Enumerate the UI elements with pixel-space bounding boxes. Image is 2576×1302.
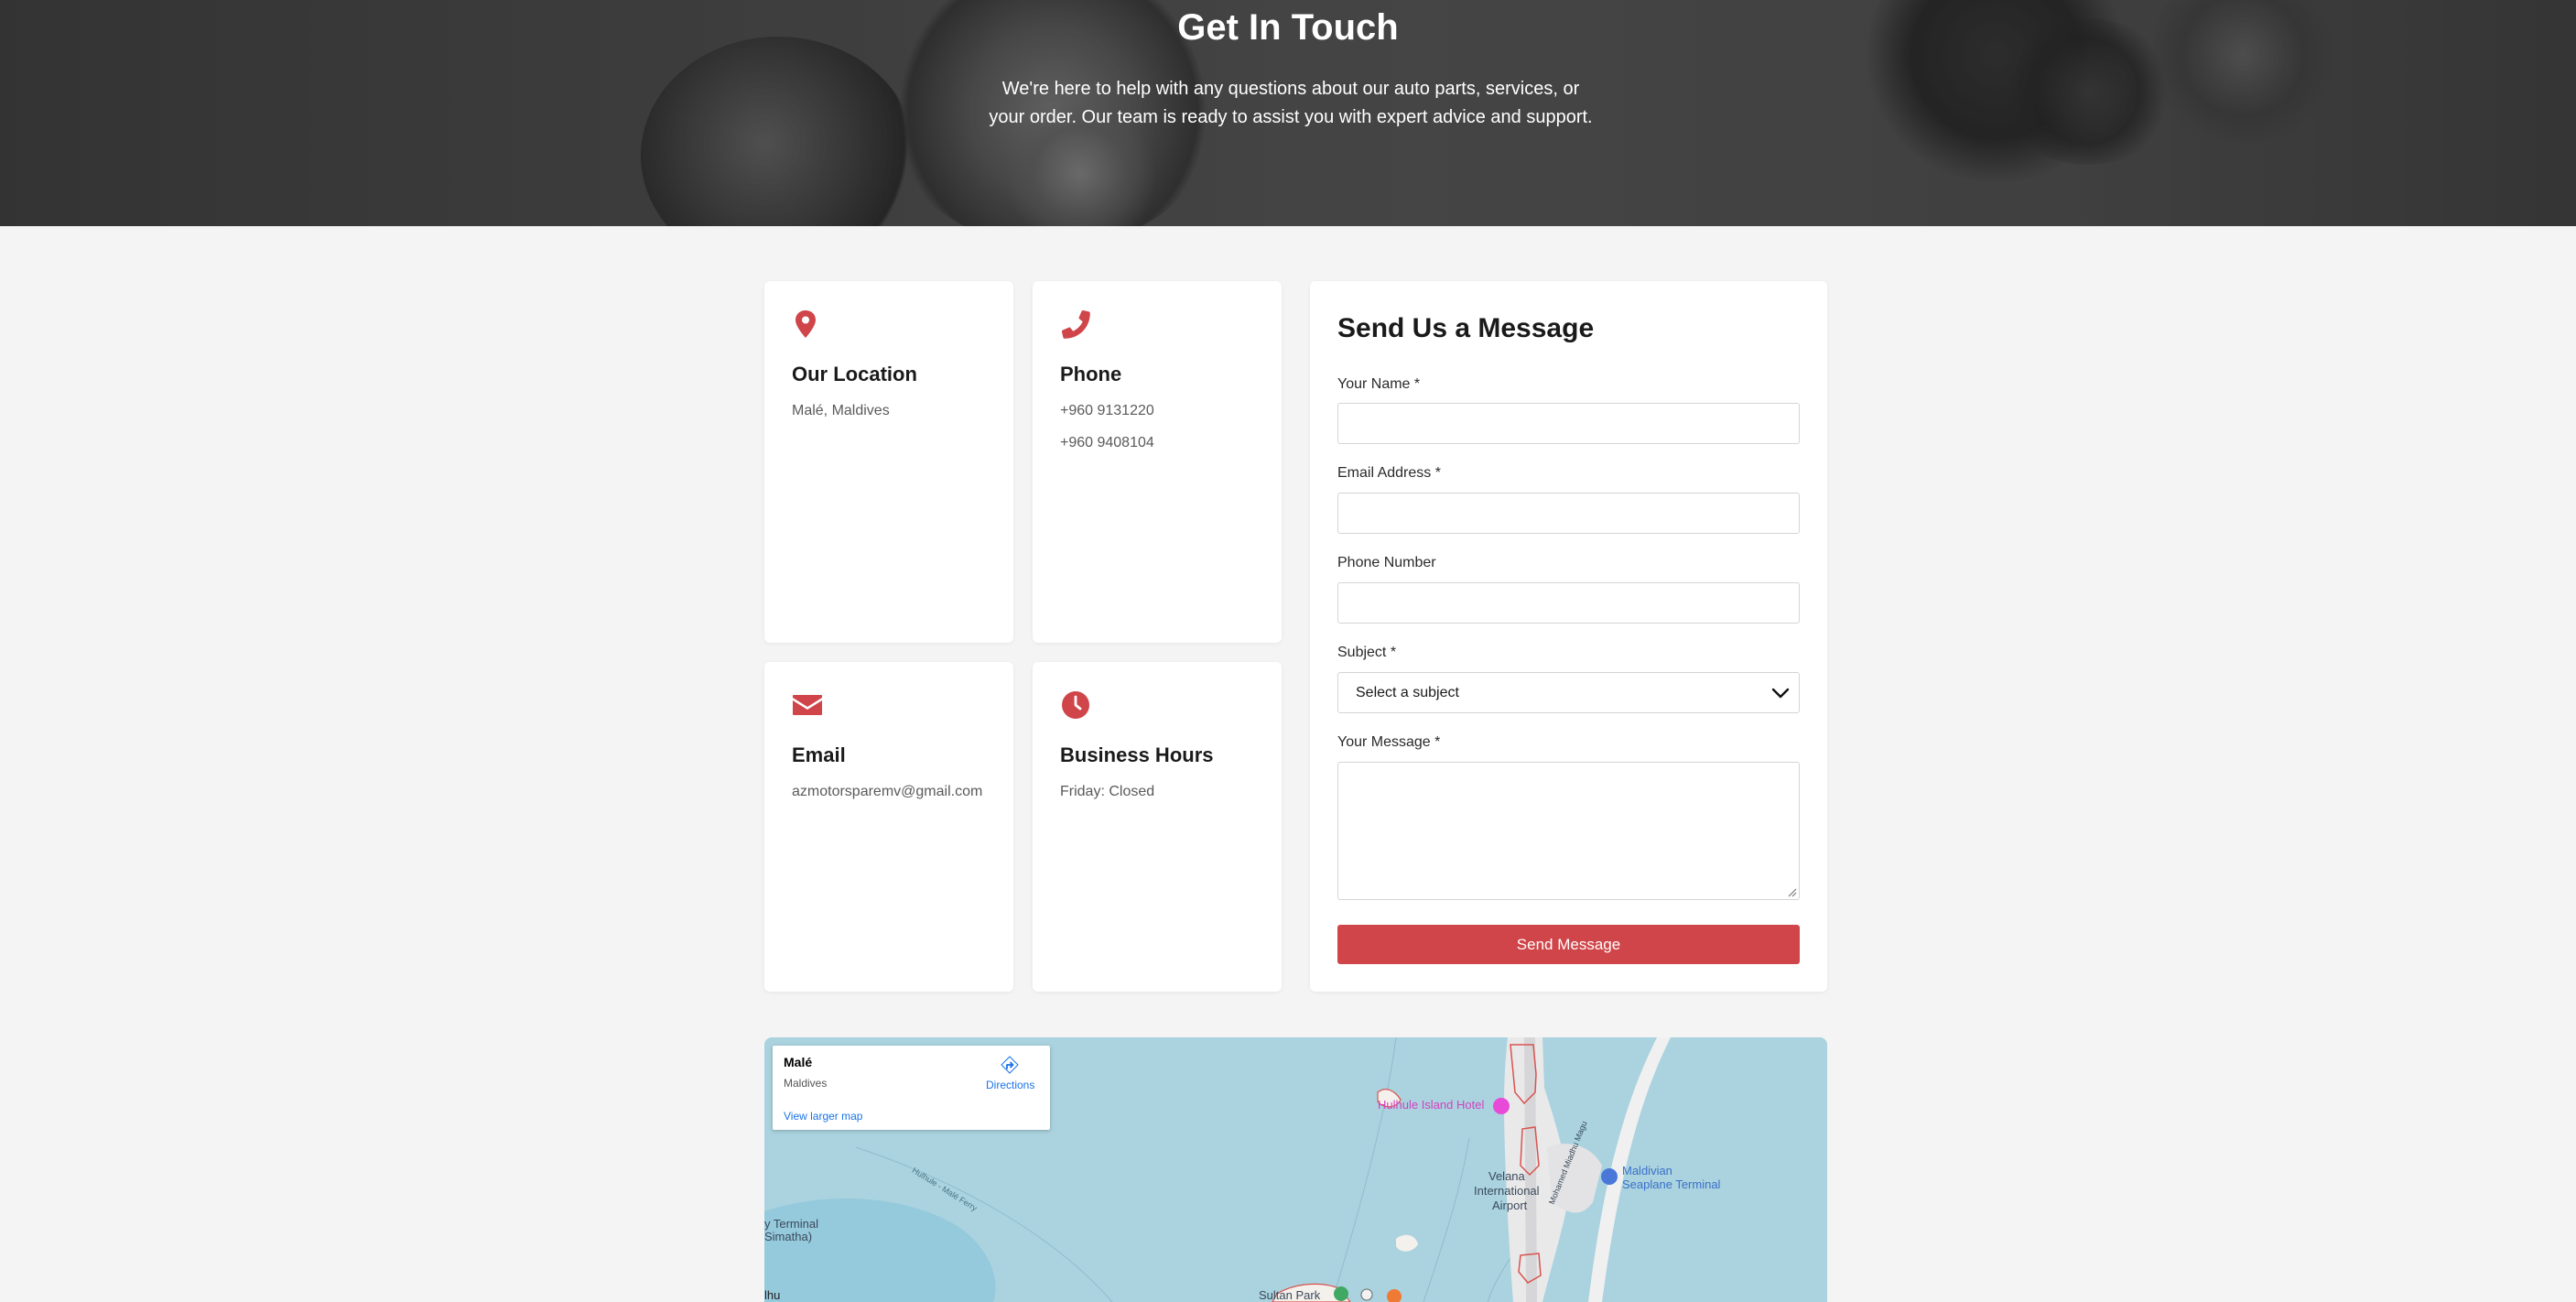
location-card: Our Location Malé, Maldives <box>764 281 1013 643</box>
envelope-icon <box>793 695 822 715</box>
business-hours-title: Business Hours <box>1060 743 1214 766</box>
directions-icon[interactable] <box>1000 1055 1020 1075</box>
map-label-airport-2: International <box>1474 1184 1540 1198</box>
email-title: Email <box>792 743 846 766</box>
map-label-ferry-terminal-2: Simatha) <box>764 1230 813 1243</box>
seaplane-marker-icon[interactable] <box>1601 1168 1618 1185</box>
poi-marker-icon[interactable] <box>1387 1289 1402 1302</box>
email-card: Email azmotorsparemv@gmail.com <box>764 662 1013 992</box>
map-place-subtitle: Maldives <box>784 1077 828 1090</box>
phone-card: Phone +960 9131220 +960 9408104 <box>1033 281 1282 643</box>
name-input[interactable] <box>1337 403 1800 444</box>
send-message-button[interactable]: Send Message <box>1337 925 1800 964</box>
map-label-seaplane-1: Maldivian <box>1622 1164 1672 1177</box>
map-place-card: Malé Maldives View larger map Directions <box>773 1046 1050 1130</box>
location-text: Malé, Maldives <box>792 403 890 418</box>
map-label-hotel[interactable]: Hulhule Island Hotel <box>1378 1098 1484 1112</box>
directions-link[interactable]: Directions <box>986 1079 1034 1091</box>
phone-title: Phone <box>1060 363 1122 385</box>
page-title: Get In Touch <box>1177 7 1399 48</box>
email-label: Email Address * <box>1337 465 1441 481</box>
map-label-town: lhu <box>764 1288 781 1302</box>
message-label: Your Message * <box>1337 734 1441 750</box>
phone-number-2[interactable]: +960 9408104 <box>1060 435 1154 451</box>
hotel-marker-icon[interactable] <box>1493 1098 1510 1114</box>
name-label: Your Name * <box>1337 376 1421 392</box>
location-title: Our Location <box>792 363 917 385</box>
phone-number-1[interactable]: +960 9131220 <box>1060 403 1154 419</box>
map-marker-icon <box>796 310 816 338</box>
map-label-park: Sultan Park <box>1259 1288 1321 1302</box>
map-label-seaplane-2: Seaplane Terminal <box>1622 1177 1721 1191</box>
subject-selected-value: Select a subject <box>1356 685 1459 700</box>
phone-label: Phone Number <box>1337 555 1436 570</box>
subject-label: Subject * <box>1337 645 1397 660</box>
map-label-airport-3: Airport <box>1492 1199 1528 1212</box>
subject-select[interactable]: Select a subject <box>1337 672 1800 713</box>
form-title: Send Us a Message <box>1337 313 1595 343</box>
park-marker-icon[interactable] <box>1334 1286 1348 1301</box>
contact-form: Send Us a Message Your Name * Email Addr… <box>1310 281 1827 992</box>
map-embed[interactable]: Hulhule Island Hotel Velana Internationa… <box>764 1037 1827 1302</box>
view-larger-map-link[interactable]: View larger map <box>784 1110 862 1123</box>
phone-icon <box>1061 309 1090 339</box>
map-label-airport-1: Velana <box>1488 1169 1525 1183</box>
phone-input[interactable] <box>1337 582 1800 624</box>
map-label-ferry-terminal-1: y Terminal <box>764 1217 819 1231</box>
email-address[interactable]: azmotorsparemv@gmail.com <box>792 784 982 800</box>
message-textarea[interactable] <box>1337 762 1800 900</box>
clock-icon <box>1062 691 1089 719</box>
email-input[interactable] <box>1337 493 1800 534</box>
business-hours-text: Friday: Closed <box>1060 784 1155 799</box>
hero-subtitle: We're here to help with any questions ab… <box>989 79 1593 127</box>
hero-banner: Get In Touch We're here to help with any… <box>0 0 2576 226</box>
resize-grip-icon[interactable] <box>1786 886 1797 897</box>
map-place-title: Malé <box>784 1055 813 1069</box>
chevron-down-icon <box>1771 688 1790 699</box>
business-hours-card: Business Hours Friday: Closed <box>1033 662 1282 992</box>
